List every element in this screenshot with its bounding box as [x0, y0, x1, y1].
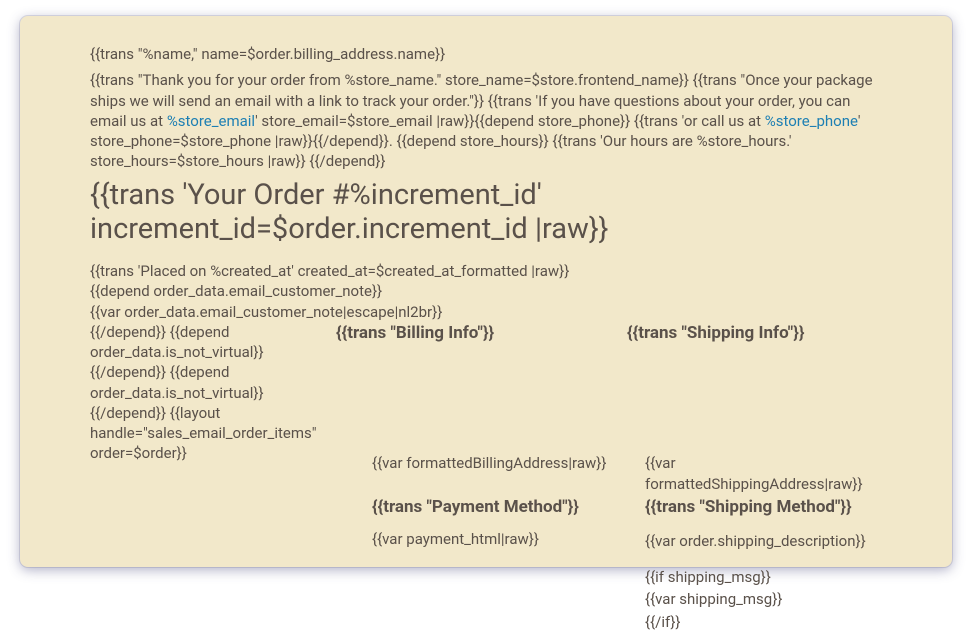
shipping-if-line: {{if shipping_msg}} [645, 567, 882, 587]
store-email-link[interactable]: %store_email [167, 112, 255, 130]
payment-method-heading: {{trans "Payment Method"}} [372, 496, 609, 519]
store-phone-link[interactable]: %store_phone [765, 112, 858, 130]
greeting-line: {{trans "%name," name=$order.billing_add… [90, 44, 882, 64]
intro-paragraph: {{trans "Thank you for your order from %… [90, 70, 882, 171]
order-heading: {{trans 'Your Order #%increment_id' incr… [90, 178, 882, 248]
billing-info-heading: {{trans "Billing Info"}} [336, 323, 494, 343]
intro-part2: ' store_email=$store_email |raw}}{{depen… [255, 112, 765, 130]
placed-on-line: {{trans 'Placed on %created_at' created_… [90, 261, 882, 281]
shipping-description-value: {{var order.shipping_description}} [645, 531, 882, 551]
shipping-msg-line: {{var shipping_msg}} [645, 589, 882, 609]
layout-row: {{/depend}} {{depend order_data.is_not_v… [90, 322, 882, 444]
layout-prefix: {{/depend}} {{depend order_data.is_not_v… [90, 323, 317, 442]
shipping-method-heading: {{trans "Shipping Method"}} [645, 496, 882, 519]
note-var-line: {{var order_data.email_customer_note|esc… [90, 302, 882, 322]
shipping-info-heading: {{trans "Shipping Info"}} [627, 323, 804, 343]
shipping-address-value: {{var formattedShippingAddress|raw}} [645, 453, 882, 494]
payment-html-value: {{var payment_html|raw}} [372, 529, 609, 549]
note-depend-line: {{depend order_data.email_customer_note}… [90, 281, 882, 301]
email-template-card: {{trans "%name," name=$order.billing_add… [20, 16, 952, 567]
layout-suffix: order=$order}} [90, 443, 336, 463]
billing-address-value: {{var formattedBillingAddress|raw}} [372, 453, 609, 473]
shipping-endif-line: {{/if}} [645, 612, 882, 632]
